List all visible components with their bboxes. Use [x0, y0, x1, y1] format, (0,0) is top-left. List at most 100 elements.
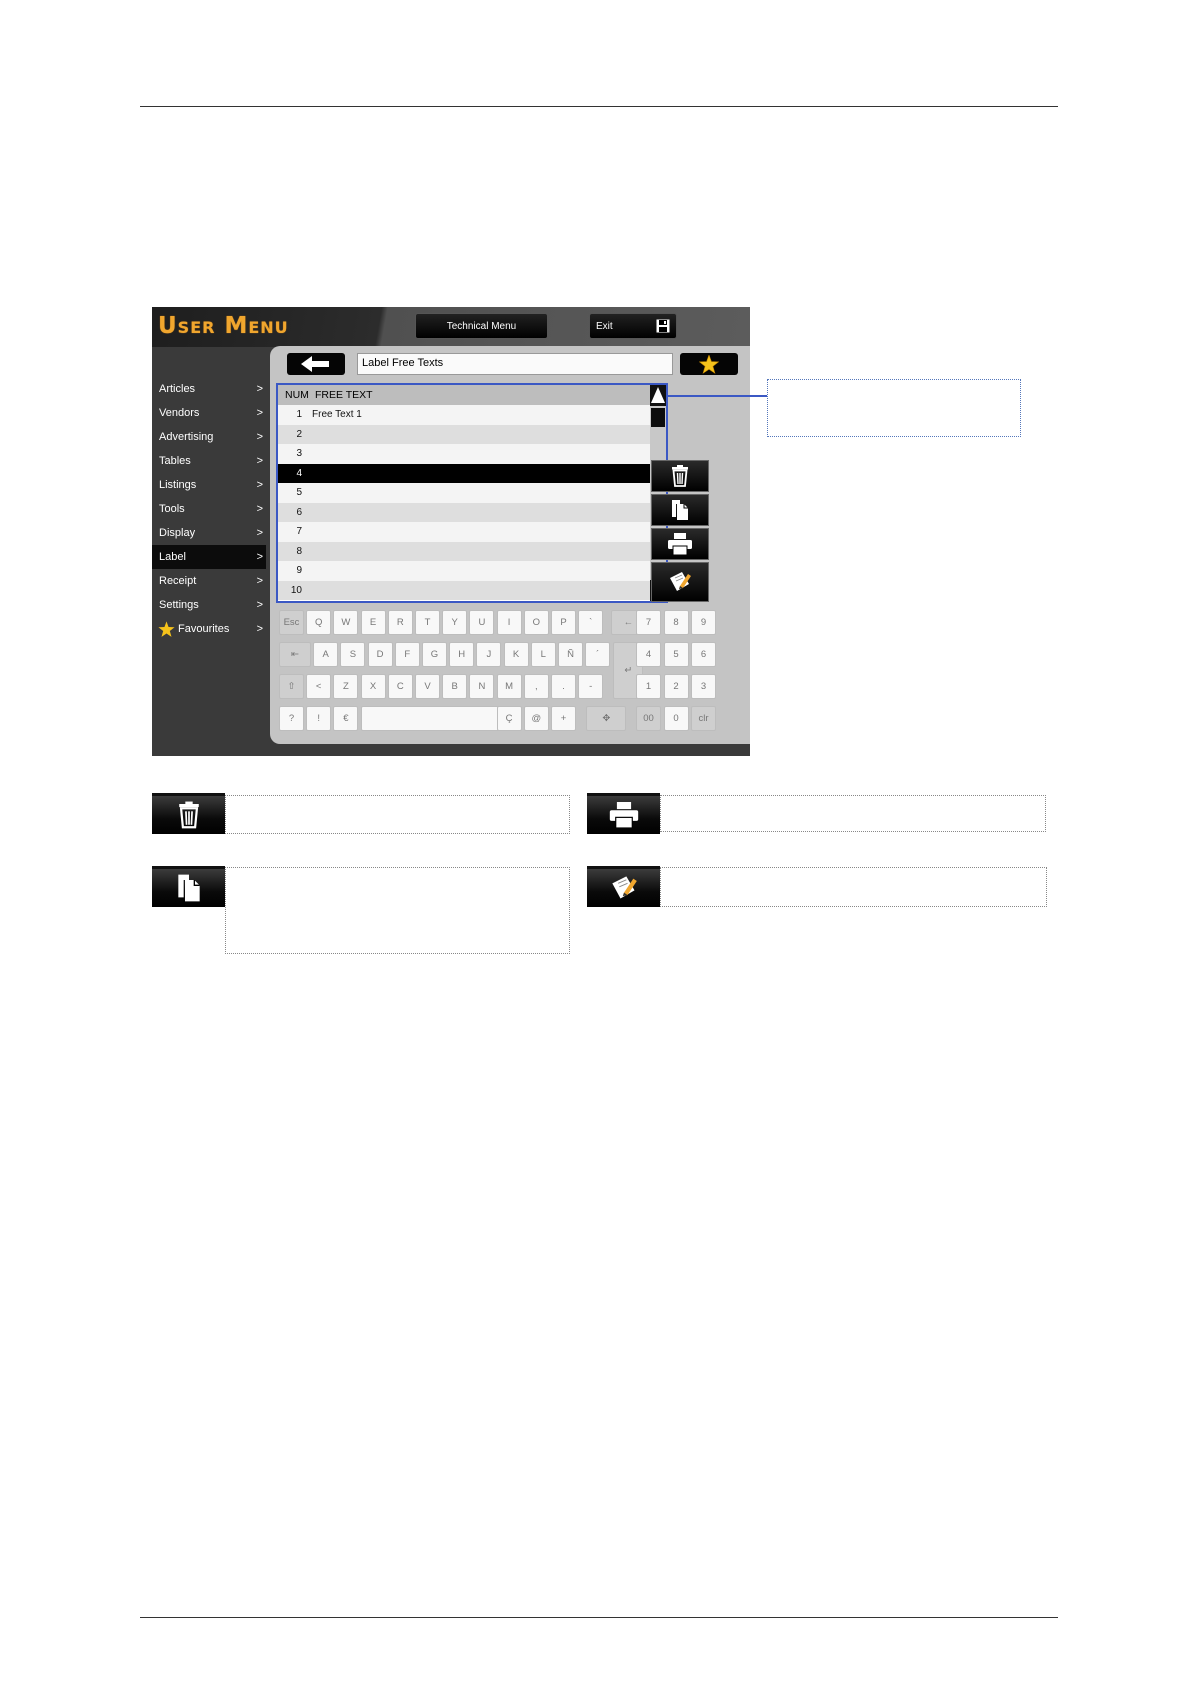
technical-menu-button[interactable]: Technical Menu — [415, 313, 548, 339]
delete-button[interactable] — [651, 460, 709, 492]
key[interactable]: . — [551, 674, 576, 699]
sidebar-item-label: Settings — [159, 599, 199, 611]
sidebar-item-vendors[interactable]: Vendors > — [152, 401, 266, 425]
edit-button[interactable] — [651, 562, 709, 602]
print-button[interactable] — [651, 528, 709, 560]
key[interactable]: L — [530, 642, 556, 667]
key[interactable]: ` — [578, 610, 604, 635]
sidebar-item-articles[interactable]: Articles > — [152, 377, 266, 401]
key[interactable]: E — [360, 610, 386, 635]
key[interactable]: K — [503, 642, 529, 667]
table-row[interactable]: 8 — [278, 541, 652, 561]
trash-icon — [672, 465, 688, 487]
numpad-key[interactable]: 4 — [636, 642, 661, 667]
key[interactable]: U — [469, 610, 495, 635]
back-button[interactable] — [287, 353, 345, 375]
table-row[interactable]: 3 — [278, 444, 652, 464]
sidebar-item-settings[interactable]: Settings > — [152, 593, 266, 617]
key[interactable]: Ñ — [558, 642, 583, 667]
key[interactable]: @ — [523, 706, 549, 731]
key[interactable]: - — [578, 674, 604, 699]
key[interactable]: B — [442, 674, 468, 699]
key[interactable]: H — [449, 642, 475, 667]
table-row[interactable]: 10 — [278, 580, 652, 600]
numpad-key[interactable]: 0 — [663, 706, 689, 731]
table-row[interactable]: 2 — [278, 424, 652, 444]
scroll-up-button[interactable] — [650, 385, 666, 406]
numpad-key[interactable]: 2 — [663, 674, 689, 699]
numpad-key[interactable]: 3 — [691, 674, 716, 699]
key[interactable]: J — [476, 642, 502, 667]
key[interactable]: X — [360, 674, 386, 699]
key[interactable]: ✥ — [586, 706, 627, 731]
key[interactable]: D — [367, 642, 393, 667]
table-row[interactable]: 4 — [278, 463, 652, 483]
key[interactable]: ´ — [585, 642, 611, 667]
chevron-right-icon: > — [256, 527, 263, 539]
table-row[interactable]: 7 — [278, 522, 652, 542]
key[interactable]: S — [340, 642, 366, 667]
star-icon — [158, 620, 175, 637]
numpad-key[interactable]: 1 — [636, 674, 661, 699]
key[interactable]: P — [551, 610, 576, 635]
key[interactable]: ! — [306, 706, 332, 731]
key[interactable]: M — [496, 674, 522, 699]
key[interactable]: Ç — [496, 706, 522, 731]
key[interactable]: I — [496, 610, 522, 635]
sidebar-item-tables[interactable]: Tables > — [152, 449, 266, 473]
key[interactable]: ? — [279, 706, 304, 731]
table-row[interactable]: 5 — [278, 483, 652, 503]
key[interactable]: A — [313, 642, 339, 667]
numpad-key[interactable]: 00 — [636, 706, 661, 731]
key[interactable]: R — [387, 610, 413, 635]
key[interactable]: Z — [333, 674, 359, 699]
key[interactable]: , — [523, 674, 549, 699]
sidebar-item-advertising[interactable]: Advertising > — [152, 425, 266, 449]
legend-print — [587, 793, 660, 834]
key[interactable]: + — [551, 706, 576, 731]
sidebar-item-label-wrap: Display — [159, 527, 195, 539]
numpad-key[interactable]: 7 — [636, 610, 661, 635]
key[interactable]: W — [333, 610, 359, 635]
sidebar-item-receipt[interactable]: Receipt > — [152, 569, 266, 593]
sidebar-item-tools[interactable]: Tools > — [152, 497, 266, 521]
key[interactable]: O — [523, 610, 549, 635]
key[interactable]: ⇤ — [279, 642, 311, 667]
sidebar-item-display[interactable]: Display > — [152, 521, 266, 545]
chevron-right-icon: > — [256, 575, 263, 587]
table-row[interactable]: 1 Free Text 1 — [278, 405, 652, 425]
numpad-key[interactable]: 5 — [663, 642, 689, 667]
exit-button[interactable]: Exit — [589, 313, 677, 339]
space-key[interactable] — [360, 706, 517, 731]
key[interactable]: < — [306, 674, 332, 699]
key[interactable]: ⇧ — [279, 674, 304, 699]
key[interactable]: € — [333, 706, 359, 731]
numpad-key[interactable]: 8 — [663, 610, 689, 635]
table-row[interactable]: 6 — [278, 502, 652, 522]
numpad-key[interactable]: clr — [691, 706, 716, 731]
floppy-icon — [656, 319, 670, 333]
favourite-button[interactable] — [680, 353, 738, 375]
sidebar-item-listings[interactable]: Listings > — [152, 473, 266, 497]
table-row[interactable]: 9 — [278, 561, 652, 581]
legend-copy — [152, 866, 225, 907]
sidebar-item-favourites[interactable]: Favourites > — [152, 617, 266, 641]
key[interactable]: Q — [306, 610, 332, 635]
key[interactable]: G — [422, 642, 447, 667]
numpad-key[interactable]: 9 — [691, 610, 716, 635]
key[interactable]: Y — [442, 610, 468, 635]
sidebar: Articles > Vendors > Advertising > Tables > List… — [152, 377, 266, 641]
numpad-key[interactable]: 6 — [691, 642, 716, 667]
list-header: NUM FREE TEXT — [278, 385, 652, 405]
copy-button[interactable] — [651, 494, 709, 526]
sidebar-item-label[interactable]: Label > — [152, 545, 266, 569]
key[interactable]: C — [387, 674, 413, 699]
key[interactable]: Esc — [279, 610, 304, 635]
key[interactable]: V — [415, 674, 440, 699]
key[interactable]: T — [415, 610, 440, 635]
key[interactable]: N — [469, 674, 495, 699]
scroll-thumb[interactable] — [651, 408, 665, 427]
content-panel: Label Free Texts NUM FREE TEXT 1 Free Tex… — [270, 346, 750, 744]
key[interactable]: F — [394, 642, 420, 667]
sidebar-item-label-wrap: Advertising — [159, 431, 213, 443]
